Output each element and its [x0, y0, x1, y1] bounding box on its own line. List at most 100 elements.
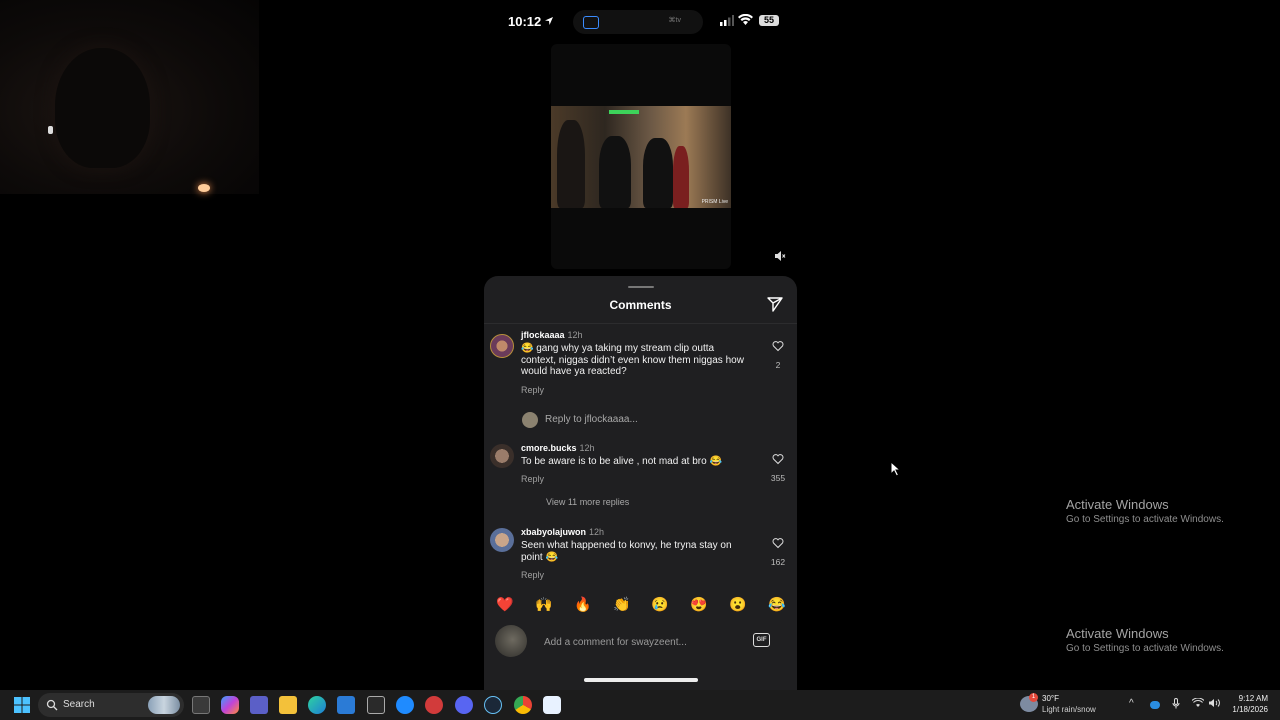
comment-item: xbabyolajuwon 12h Seen what happened to k…: [484, 527, 797, 583]
edge-icon[interactable]: [308, 696, 326, 714]
microphone-icon[interactable]: [1172, 698, 1180, 709]
like-count: 162: [770, 557, 786, 567]
search-icon: [46, 699, 58, 711]
cellular-signal-icon: [720, 15, 734, 26]
teams-icon[interactable]: [250, 696, 268, 714]
activation-watermark: Activate Windows Go to Settings to activ…: [1066, 497, 1224, 525]
epic-games-icon[interactable]: [367, 696, 385, 714]
like-count: 355: [770, 473, 786, 483]
weather-alert-badge: 1: [1029, 693, 1038, 702]
divider: [484, 323, 797, 324]
like-count: 2: [775, 360, 781, 370]
clock-date: 1/18/2026: [1232, 705, 1268, 714]
cloud-icon[interactable]: [1150, 701, 1160, 709]
volume-icon[interactable]: [1208, 698, 1221, 708]
emoji-heart[interactable]: ❤️: [494, 594, 516, 614]
comment-input[interactable]: [542, 632, 731, 652]
system-clock[interactable]: 9:12 AM 1/18/2026: [1226, 693, 1268, 715]
mouse-cursor-icon: [890, 461, 902, 477]
emoji-crying[interactable]: 😢: [649, 594, 671, 614]
status-time: 10:12: [508, 14, 542, 29]
gif-button[interactable]: GIF: [753, 633, 770, 647]
person-figure: [643, 138, 673, 208]
person-figure: [557, 120, 585, 208]
home-indicator[interactable]: [584, 678, 698, 682]
status-bar: 10:12 ⌘tv 55: [484, 0, 797, 42]
avatar: [522, 412, 538, 428]
network-wifi-icon[interactable]: [1192, 698, 1204, 708]
bluesky-icon[interactable]: [396, 696, 414, 714]
avatar[interactable]: [490, 528, 514, 552]
reply-prompt-text[interactable]: Reply to jflockaaaa...: [545, 414, 638, 425]
chrome-icon[interactable]: [514, 696, 532, 714]
wifi-icon: [738, 14, 753, 25]
reply-button[interactable]: Reply: [521, 474, 544, 484]
comment-item: jflockaaaa 12h 😂 gang why ya taking my st…: [484, 330, 797, 400]
dynamic-island: ⌘tv: [573, 10, 703, 34]
comments-sheet: Comments jflockaaaa 12h 😂 gang why ya tak…: [484, 276, 797, 690]
search-label: Search: [63, 699, 95, 710]
comment-username[interactable]: xbabyolajuwon 12h: [521, 527, 604, 537]
taskbar: Search 1 30°F Light rain/snow ^ 9:12 AM …: [0, 690, 1280, 720]
reel-video[interactable]: PRISM Live: [551, 106, 731, 208]
watermark-subtitle: Go to Settings to activate Windows.: [1066, 643, 1224, 654]
emoji-raised-hands[interactable]: 🙌: [533, 594, 555, 614]
screen-mirror-icon: [583, 16, 599, 29]
comment-text: Seen what happened to konvy, he tryna st…: [521, 540, 732, 563]
heart-icon[interactable]: [772, 340, 784, 352]
avatar[interactable]: [490, 334, 514, 358]
share-send-icon[interactable]: [767, 297, 783, 312]
streamer-silhouette: [55, 48, 150, 168]
sheet-title: Comments: [609, 298, 672, 312]
avatar[interactable]: [490, 444, 514, 468]
app-red-icon[interactable]: [425, 696, 443, 714]
emoji-laughing[interactable]: 😂: [766, 594, 788, 614]
comment-username[interactable]: cmore.bucks 12h: [521, 443, 595, 453]
comment-composer: GIF: [484, 620, 797, 668]
stream-health-bar: [609, 110, 639, 114]
heart-icon[interactable]: [772, 537, 784, 549]
chevron-up-icon[interactable]: ^: [1129, 698, 1134, 709]
file-explorer-icon[interactable]: [279, 696, 297, 714]
heart-icon[interactable]: [772, 453, 784, 465]
weather-condition: Light rain/snow: [1042, 705, 1096, 714]
watermark-title: Activate Windows: [1066, 497, 1169, 512]
person-figure: [599, 136, 631, 208]
clock-time: 9:12 AM: [1238, 694, 1268, 703]
view-more-replies[interactable]: View 11 more replies: [546, 497, 629, 507]
reply-button[interactable]: Reply: [521, 385, 544, 395]
comment-text: 😂 gang why ya taking my stream clip outt…: [521, 343, 744, 377]
watermark-title: Activate Windows: [1066, 626, 1169, 641]
quick-emoji-bar: ❤️ 🙌 🔥 👏 😢 😍 😮 😂: [492, 594, 792, 614]
search-highlight-art: [148, 696, 180, 714]
comment-item: cmore.bucks 12h To be aware is to be aliv…: [484, 443, 797, 493]
store-icon[interactable]: [337, 696, 355, 714]
emoji-clap[interactable]: 👏: [611, 594, 633, 614]
sheet-drag-handle[interactable]: [628, 286, 654, 288]
copilot-icon[interactable]: [221, 696, 239, 714]
task-view-icon[interactable]: [192, 696, 210, 714]
comment-username[interactable]: jflockaaaa 12h: [521, 330, 583, 340]
reply-button[interactable]: Reply: [521, 570, 544, 580]
emoji-surprised[interactable]: 😮: [727, 594, 749, 614]
webcam-overlay: [0, 0, 259, 194]
red-door: [673, 146, 689, 208]
phone-screen: 10:12 ⌘tv 55 PRISM Live Comments jflocka…: [484, 0, 797, 690]
battery-indicator: 55: [759, 15, 779, 26]
activation-watermark: Activate Windows Go to Settings to activ…: [1066, 626, 1224, 654]
active-app-icon[interactable]: [543, 696, 561, 714]
earring-highlight: [48, 126, 53, 134]
windows-start-icon[interactable]: [13, 696, 31, 714]
steam-icon[interactable]: [484, 696, 502, 714]
emoji-fire[interactable]: 🔥: [572, 594, 594, 614]
location-arrow-icon: [545, 17, 553, 25]
taskbar-search[interactable]: Search: [38, 693, 184, 717]
appletv-label: ⌘tv: [668, 17, 681, 24]
emoji-heart-eyes[interactable]: 😍: [688, 594, 710, 614]
background-light: [198, 184, 210, 192]
mute-icon[interactable]: [772, 250, 788, 264]
discord-icon[interactable]: [455, 696, 473, 714]
video-watermark: PRISM Live: [701, 199, 728, 205]
comment-text: To be aware is to be alive , not mad at …: [521, 456, 722, 467]
weather-temp: 30°F: [1042, 694, 1059, 703]
